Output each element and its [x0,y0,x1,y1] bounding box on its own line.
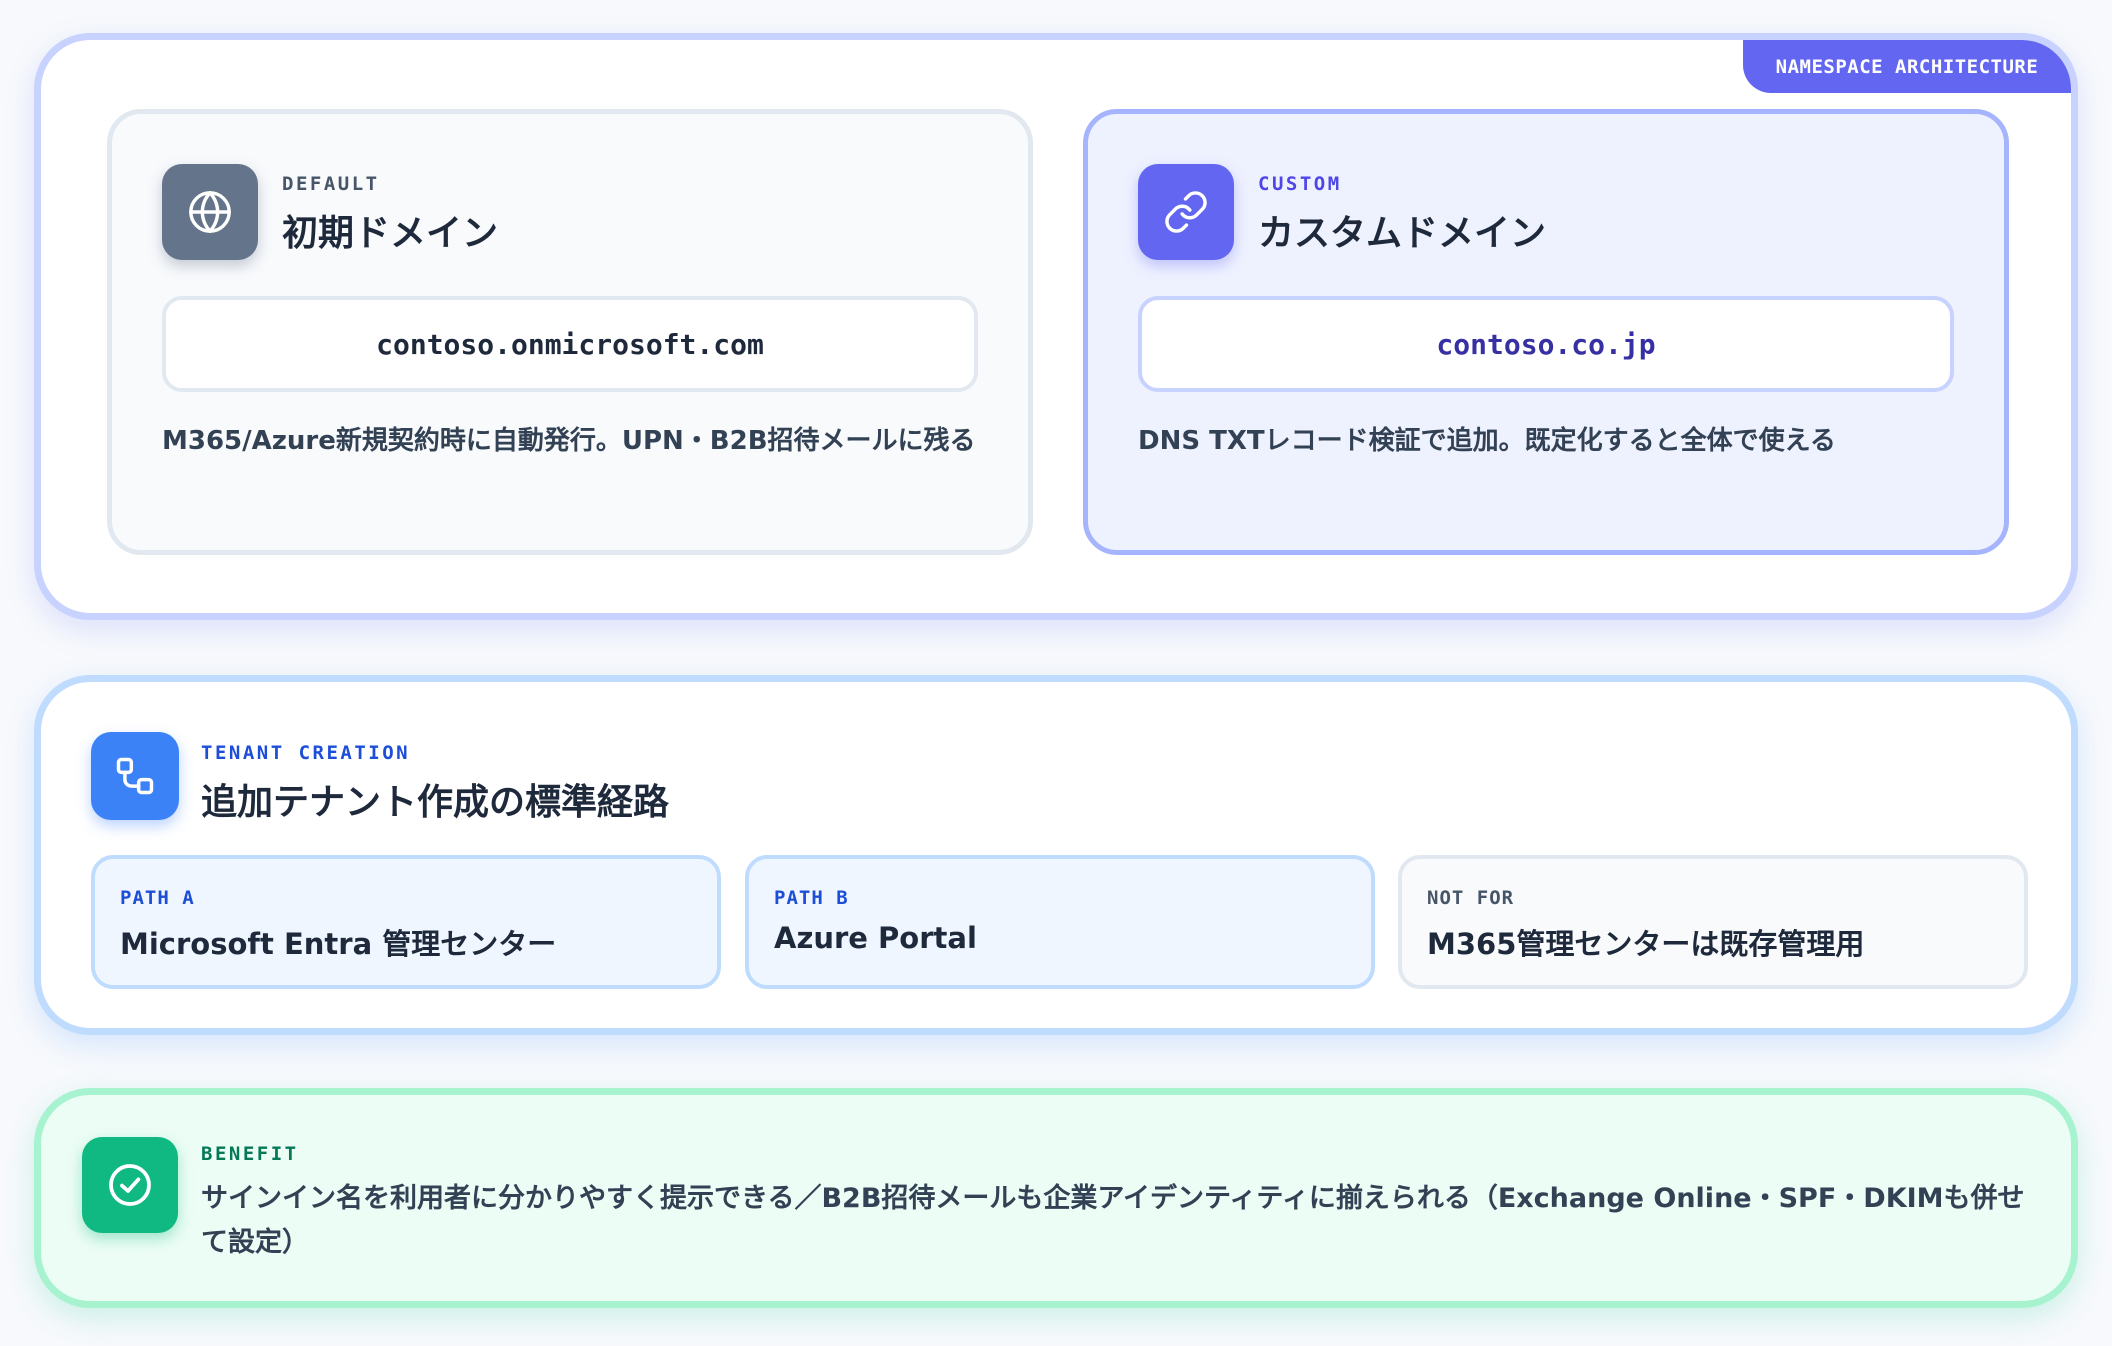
not-for-card: NOT FOR M365管理センターは既存管理用 [1398,855,2028,989]
tenant-title: 追加テナント作成の標準経路 [201,782,670,823]
default-domain-card: DEFAULT 初期ドメイン contoso.onmicrosoft.com M… [107,109,1033,555]
benefit-eyebrow: BENEFIT [201,1143,299,1165]
check-circle-icon [82,1137,178,1233]
custom-domain-value: contoso.co.jp [1138,296,1954,392]
custom-domain-card: CUSTOM カスタムドメイン contoso.co.jp DNS TXTレコー… [1083,109,2009,555]
path-label: PATH B [774,887,849,909]
globe-icon [162,164,258,260]
tenant-eyebrow: TENANT CREATION [201,742,411,764]
path-a-card: PATH A Microsoft Entra 管理センター [91,855,721,989]
tenant-panel: TENANT CREATION 追加テナント作成の標準経路 PATH A Mic… [34,675,2078,1035]
link-icon [1138,164,1234,260]
default-eyebrow: DEFAULT [282,173,380,195]
default-title: 初期ドメイン [282,213,499,254]
default-domain-value: contoso.onmicrosoft.com [162,296,978,392]
custom-description: DNS TXTレコード検証で追加。既定化すると全体で使える [1138,426,1836,456]
path-label: NOT FOR [1427,887,1515,909]
custom-eyebrow: CUSTOM [1258,173,1342,195]
custom-title: カスタムドメイン [1258,213,1547,254]
benefit-text: サインイン名を利用者に分かりやすく提示できる／B2B招待メールも企業アイデンティ… [201,1183,2025,1258]
namespace-panel: NAMESPACE ARCHITECTURE DEFAULT 初期ドメイン co… [34,33,2078,620]
namespace-badge: NAMESPACE ARCHITECTURE [1743,40,2071,93]
workflow-icon [91,732,179,820]
path-name: Azure Portal [774,921,977,955]
path-b-card: PATH B Azure Portal [745,855,1375,989]
default-description: M365/Azure新規契約時に自動発行。UPN・B2B招待メールに残る [162,426,976,456]
path-name: Microsoft Entra 管理センター [120,927,557,961]
benefit-panel: BENEFIT サインイン名を利用者に分かりやすく提示できる／B2B招待メールも… [34,1088,2078,1308]
path-label: PATH A [120,887,195,909]
path-name: M365管理センターは既存管理用 [1427,927,1865,961]
